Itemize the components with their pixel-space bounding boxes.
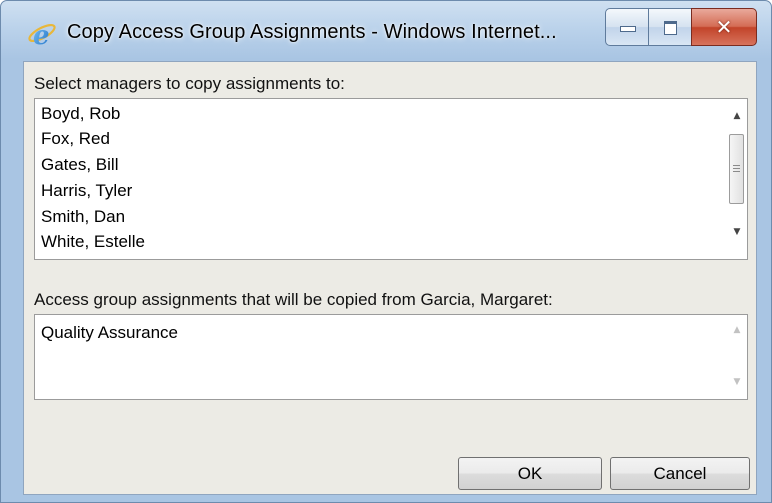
list-item[interactable]: Boyd, Rob <box>41 104 120 124</box>
up-arrow-icon[interactable]: ▲ <box>727 111 747 121</box>
managers-label: Select managers to copy assignments to: <box>34 74 345 93</box>
list-item[interactable]: Harris, Tyler <box>41 181 132 201</box>
minimize-icon <box>620 26 636 32</box>
cancel-button[interactable]: Cancel <box>610 457 750 490</box>
dialog-window: e Copy Access Group Assignments - Window… <box>0 0 772 503</box>
internet-explorer-icon: e <box>28 21 56 49</box>
down-arrow-icon[interactable]: ▼ <box>727 227 747 237</box>
minimize-button[interactable] <box>605 8 649 46</box>
assignments-label: Access group assignments that will be co… <box>34 290 553 309</box>
list-item[interactable]: Smith, Dan <box>41 207 125 227</box>
assignments-scrollbar[interactable]: ▲ ▼ <box>727 315 747 399</box>
close-icon: ✕ <box>715 15 733 39</box>
window-title: Copy Access Group Assignments - Windows … <box>67 21 557 43</box>
maximize-icon <box>664 21 677 35</box>
dialog-body: Select managers to copy assignments to: … <box>23 61 757 495</box>
scrollbar-thumb[interactable] <box>729 134 744 204</box>
list-item[interactable]: Fox, Red <box>41 129 110 149</box>
close-button[interactable]: ✕ <box>691 8 757 46</box>
up-arrow-icon[interactable]: ▲ <box>727 325 747 335</box>
maximize-button[interactable] <box>648 8 692 46</box>
down-arrow-icon[interactable]: ▼ <box>727 377 747 387</box>
assignments-listbox[interactable]: Quality Assurance ▲ ▼ <box>34 314 748 400</box>
list-item[interactable]: White, Estelle <box>41 232 145 252</box>
managers-listbox[interactable]: Boyd, Rob Fox, Red Gates, Bill Harris, T… <box>34 98 748 260</box>
list-item[interactable]: Quality Assurance <box>41 323 178 343</box>
title-bar[interactable]: e Copy Access Group Assignments - Window… <box>1 1 771 61</box>
svg-text:e: e <box>33 21 50 49</box>
grip-icon <box>733 165 740 172</box>
managers-scrollbar[interactable]: ▲ ▼ <box>727 99 747 259</box>
ok-button[interactable]: OK <box>458 457 602 490</box>
list-item[interactable]: Gates, Bill <box>41 155 118 175</box>
